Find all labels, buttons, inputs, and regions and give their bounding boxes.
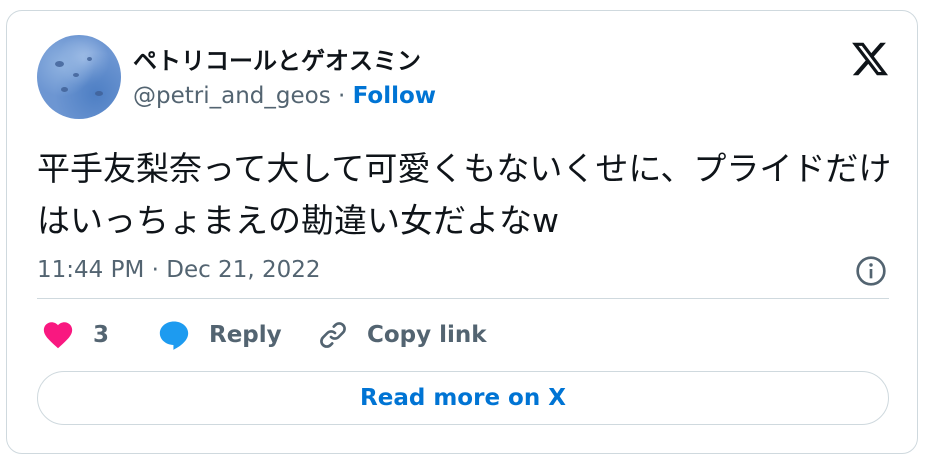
x-logo-icon[interactable] xyxy=(850,39,890,79)
like-button[interactable]: 3 xyxy=(41,317,109,353)
like-count: 3 xyxy=(93,322,110,348)
link-icon xyxy=(320,322,346,348)
heart-icon xyxy=(43,322,73,349)
tweet-text: 平手友梨奈って大して可愛くもないくせに、プライドだけはいっちょまえの勘違い女だよ… xyxy=(37,149,892,240)
author-handle[interactable]: @petri_and_geos xyxy=(133,83,331,109)
copy-link-button[interactable]: Copy link xyxy=(317,317,487,353)
author-display-name[interactable]: ペトリコールとゲオスミン xyxy=(133,41,421,76)
reply-label: Reply xyxy=(209,322,282,348)
divider xyxy=(37,298,889,299)
tweet-embed-card: ペトリコールとゲオスミン @petri_and_geos · Follow 平手… xyxy=(6,10,918,454)
read-more-button[interactable]: Read more on X xyxy=(37,371,889,425)
avatar[interactable] xyxy=(37,35,121,119)
info-icon[interactable] xyxy=(855,255,887,287)
speech-bubble-icon xyxy=(159,321,189,350)
copy-link-label: Copy link xyxy=(367,322,487,348)
author-handle-row: @petri_and_geos · Follow xyxy=(133,83,436,109)
follow-link[interactable]: Follow xyxy=(353,83,436,109)
handle-separator: · xyxy=(330,83,353,109)
tweet-timestamp[interactable]: 11:44 PM · Dec 21, 2022 xyxy=(37,257,320,283)
reply-button[interactable]: Reply xyxy=(157,317,282,353)
